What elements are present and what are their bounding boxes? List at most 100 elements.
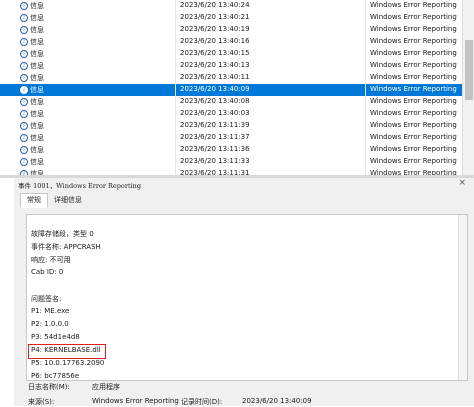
event-row[interactable]: i 信息 2023/6/20 13:40:15 Windows Error Repor… [0,48,462,60]
event-source: Windows Error Reporting [370,109,457,117]
tab-details[interactable]: 详细信息 [48,194,88,207]
event-row[interactable]: i 信息 2023/6/20 13:11:31 Windows Error Repor… [0,168,462,175]
info-icon: i [20,158,28,166]
event-source: Windows Error Reporting [370,85,457,93]
event-row[interactable]: i 信息 2023/6/20 13:40:09 Windows Error Repor… [0,84,462,96]
event-description[interactable]: 故障存储段，类型 0 事件名称: APPCRASH 响应: 不可用 Cab ID… [26,214,468,381]
event-source: Windows Error Reporting [370,133,457,141]
event-level: 信息 [30,38,44,46]
event-datetime: 2023/6/20 13:11:39 [180,121,250,129]
info-icon: i [20,110,28,118]
info-icon: i [20,38,28,46]
info-icon: i [20,146,28,154]
close-icon[interactable]: × [458,179,466,188]
event-datetime: 2023/6/20 13:11:37 [180,133,250,141]
event-row[interactable]: i 信息 2023/6/20 13:11:39 Windows Error Repor… [0,120,462,132]
detail-tabstrip: 常规 详细信息 [14,190,474,209]
description-line: P2: 1.0.0.0 [31,320,69,328]
event-level: 信息 [30,98,44,106]
tab-general[interactable]: 常规 [20,193,48,208]
event-datetime: 2023/6/20 13:11:33 [180,157,250,165]
info-icon: i [20,122,28,130]
event-level: 信息 [30,14,44,22]
event-level: 信息 [30,146,44,154]
event-row[interactable]: i 信息 2023/6/20 13:11:33 Windows Error Repor… [0,156,462,168]
log-name-value: 应用程序 [92,383,120,391]
event-level: 信息 [30,2,44,10]
highlight-annotation-box [28,344,106,359]
event-source: Windows Error Reporting [370,37,457,45]
event-datetime: 2023/6/20 13:40:15 [180,49,250,57]
event-level: 信息 [30,134,44,142]
event-datetime: 2023/6/20 13:40:24 [180,1,250,9]
event-level: 信息 [30,74,44,82]
description-line: P6: bc77856e [31,372,80,380]
event-datetime: 2023/6/20 13:40:09 [180,85,250,93]
event-row[interactable]: i 信息 2023/6/20 13:11:36 Windows Error Repor… [0,144,462,156]
info-icon: i [20,14,28,22]
event-datetime: 2023/6/20 13:40:19 [180,25,250,33]
event-source: Windows Error Reporting [370,61,457,69]
event-level: 信息 [30,26,44,34]
description-line: 问题签名: [31,295,62,303]
scroll-thumb[interactable] [465,40,473,100]
column-separator [175,0,176,175]
event-row[interactable]: i 信息 2023/6/20 13:40:13 Windows Error Repor… [0,60,462,72]
description-scrollbar[interactable] [458,215,467,380]
event-row[interactable]: i 信息 2023/6/20 13:40:03 Windows Error Repor… [0,108,462,120]
description-line: Cab ID: 0 [31,268,64,276]
source-value: Windows Error Reporting [92,397,179,405]
description-line: 故障存储段，类型 0 [31,230,94,238]
description-line: 响应: 不可用 [31,256,71,264]
event-list: i 信息 2023/6/20 13:40:24 Windows Error Repor… [0,0,474,175]
event-row[interactable]: i 信息 2023/6/20 13:40:11 Windows Error Repor… [0,72,462,84]
event-datetime: 2023/6/20 13:40:13 [180,61,250,69]
info-icon: i [20,134,28,142]
logged-value: 2023/6/20 13:40:09 [242,397,312,405]
info-icon: i [20,98,28,106]
column-separator [365,0,366,175]
event-row[interactable]: i 信息 2023/6/20 13:40:24 Windows Error Repor… [0,0,462,12]
event-source: Windows Error Reporting [370,157,457,165]
event-source: Windows Error Reporting [370,121,457,129]
event-level: 信息 [30,50,44,58]
info-icon: i [20,2,28,10]
description-line: P1: ME.exe [31,307,70,315]
event-row[interactable]: i 信息 2023/6/20 13:40:21 Windows Error Repor… [0,12,462,24]
event-row[interactable]: i 信息 2023/6/20 13:40:08 Windows Error Repor… [0,96,462,108]
event-detail-title: 事件 1001，Windows Error Reporting [18,182,141,190]
event-level: 信息 [30,158,44,166]
event-source: Windows Error Reporting [370,145,457,153]
info-icon: i [20,62,28,70]
event-list-scrollbar[interactable] [462,0,474,175]
event-source: Windows Error Reporting [370,73,457,81]
event-level: 信息 [30,86,44,94]
log-name-label: 日志名称(M): [28,383,70,391]
info-icon: i [20,86,28,94]
info-icon: i [20,26,28,34]
event-source: Windows Error Reporting [370,49,457,57]
event-detail-header: 事件 1001，Windows Error Reporting × [14,178,474,190]
event-datetime: 2023/6/20 13:40:11 [180,73,250,81]
event-row[interactable]: i 信息 2023/6/20 13:40:16 Windows Error Repor… [0,36,462,48]
info-icon: i [20,50,28,58]
event-source: Windows Error Reporting [370,13,457,21]
event-source: Windows Error Reporting [370,1,457,9]
event-detail-pane: 故障存储段，类型 0 事件名称: APPCRASH 响应: 不可用 Cab ID… [14,208,474,406]
description-line: P5: 10.0.17763.2090 [31,359,105,367]
info-icon: i [20,74,28,82]
event-source: Windows Error Reporting [370,25,457,33]
event-row[interactable]: i 信息 2023/6/20 13:11:37 Windows Error Repor… [0,132,462,144]
description-line: 事件名称: APPCRASH [31,243,101,251]
event-datetime: 2023/6/20 13:40:21 [180,13,250,21]
event-datetime: 2023/6/20 13:11:36 [180,145,250,153]
event-level: 信息 [30,62,44,70]
event-level: 信息 [30,110,44,118]
event-datetime: 2023/6/20 13:40:03 [180,109,250,117]
event-row[interactable]: i 信息 2023/6/20 13:40:19 Windows Error Repor… [0,24,462,36]
description-line: P3: 54d1e4d8 [31,333,80,341]
event-level: 信息 [30,122,44,130]
event-source: Windows Error Reporting [370,97,457,105]
event-datetime: 2023/6/20 13:40:08 [180,97,250,105]
event-datetime: 2023/6/20 13:40:16 [180,37,250,45]
